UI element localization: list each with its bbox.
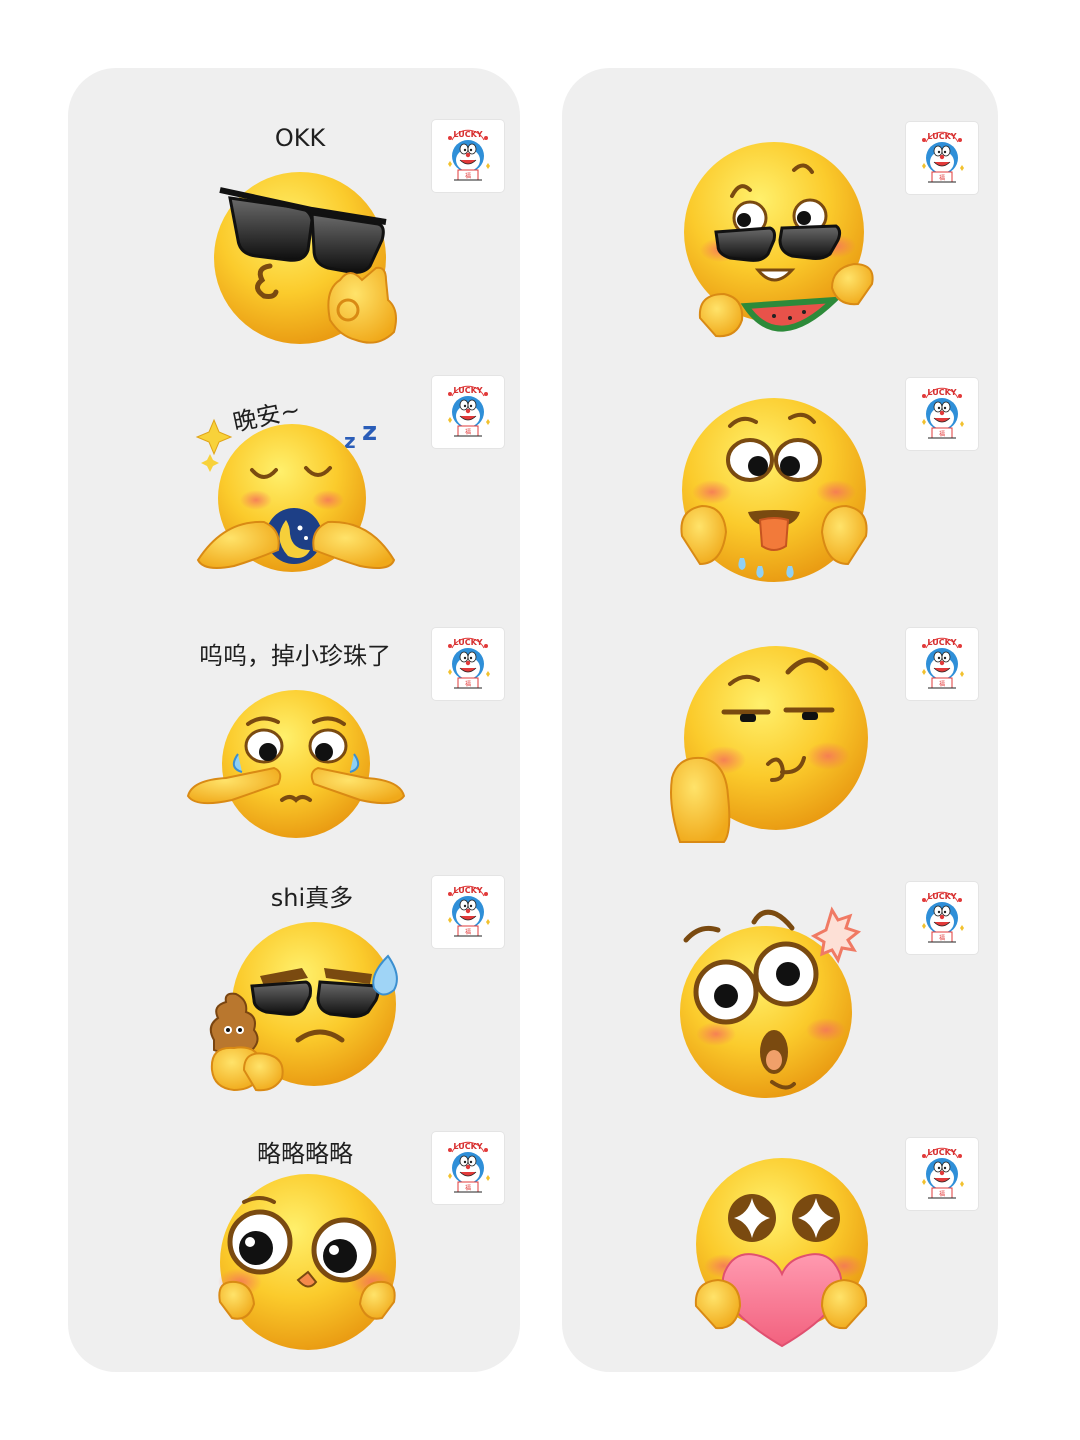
doraemon-lucky-badge-icon <box>432 628 504 700</box>
doraemon-lucky-badge-icon <box>432 120 504 192</box>
doraemon-lucky-badge-icon <box>906 882 978 954</box>
doraemon-lucky-badge-icon <box>432 376 504 448</box>
crying-emoji <box>186 688 406 842</box>
drooling-tongue-emoji <box>678 396 874 586</box>
doraemon-lucky-badge-icon <box>432 1132 504 1204</box>
sleeping-emoji-with-moon: z z <box>194 410 404 580</box>
doraemon-lucky-badge-icon <box>906 378 978 450</box>
cool-sunglasses-ok-hand-emoji <box>200 170 420 350</box>
sticker-caption: 呜呜，掉小珍珠了 <box>199 642 391 670</box>
starry-eyes-heart-emoji <box>694 1156 868 1350</box>
surprised-emoji <box>676 904 872 1100</box>
sunglasses-poop-sweat-emoji <box>204 920 404 1094</box>
doraemon-lucky-badge-icon <box>906 628 978 700</box>
svg-text:z: z <box>362 417 377 447</box>
big-eyes-cute-emoji <box>212 1172 402 1352</box>
sticker-caption: 略略略略 <box>257 1140 353 1168</box>
sticker-caption: shi真多 <box>270 884 354 912</box>
sunglasses-watermelon-emoji <box>680 140 880 344</box>
smirk-hand-emoji <box>668 646 874 846</box>
doraemon-lucky-badge-icon <box>906 122 978 194</box>
sticker-caption: OKK <box>274 124 326 152</box>
doraemon-lucky-badge-icon <box>906 1138 978 1210</box>
doraemon-lucky-badge-icon <box>432 876 504 948</box>
